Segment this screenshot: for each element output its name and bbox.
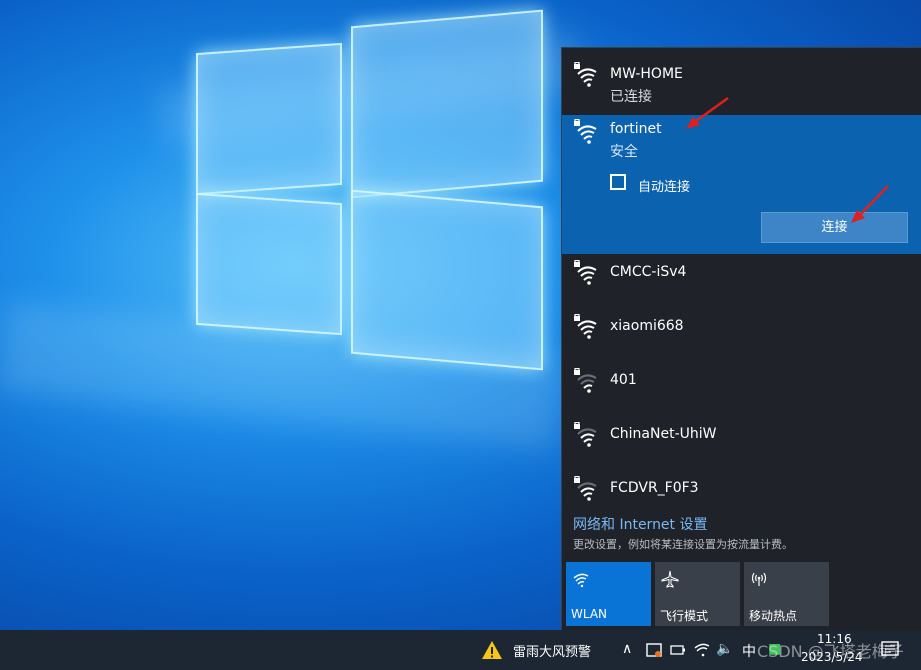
hotspot-icon (751, 572, 767, 586)
secured-wifi-weak-icon (574, 368, 597, 393)
chevron-up-icon[interactable]: ∧ (622, 641, 632, 657)
battery-icon[interactable] (670, 643, 686, 657)
wifi-icon (573, 573, 589, 588)
auto-connect-label: 自动连接 (638, 180, 691, 195)
airplane-mode-tile[interactable]: 飞行模式 (655, 562, 740, 626)
annotation-arrow-network (686, 96, 729, 129)
network-settings-description: 更改设置，例如将某连接设置为按流量计费。 (573, 538, 793, 551)
windows-logo-pane-tr (351, 9, 543, 199)
tile-label: WLAN (571, 607, 608, 621)
mobile-hotspot-tile[interactable]: 移动热点 (744, 562, 829, 626)
secured-wifi-icon (574, 62, 597, 87)
network-item-401[interactable]: 401 (562, 354, 921, 408)
network-flyout: MW-HOME 已连接 fortinet 安全 自动连接 连接 CMCC-iSv… (561, 47, 921, 631)
network-name: CMCC-iSv4 (610, 264, 687, 280)
network-item-fcdvr[interactable]: FCDVR_F0F3 (562, 462, 921, 516)
windows-logo-pane-bl (196, 192, 342, 336)
network-name: ChinaNet-UhiW (610, 426, 717, 442)
network-settings-link[interactable]: 网络和 Internet 设置 (573, 514, 708, 534)
secured-wifi-icon (574, 476, 597, 501)
network-item-mw-home[interactable]: MW-HOME 已连接 (562, 48, 921, 105)
auto-connect-checkbox[interactable] (610, 174, 626, 190)
input-method-indicator[interactable]: 中 (742, 641, 756, 661)
network-name: xiaomi668 (610, 318, 684, 334)
secured-wifi-icon (574, 422, 597, 447)
network-item-chinanet[interactable]: ChinaNet-UhiW (562, 408, 921, 462)
network-name: 401 (610, 372, 637, 388)
warning-icon[interactable] (481, 640, 503, 660)
wifi-icon[interactable] (693, 642, 711, 658)
tile-label: 移动热点 (749, 609, 798, 623)
taskbar: 雷雨大风预警 ∧ 🔈 中 ■ 11:16 2023/5/24 CSDN @飞塔老… (0, 630, 921, 670)
windows-logo-pane-br (351, 189, 543, 371)
network-name: fortinet (610, 121, 662, 137)
tile-label: 飞行模式 (660, 609, 709, 623)
security-tray-icon[interactable] (645, 641, 663, 659)
volume-icon[interactable]: 🔈 (716, 641, 733, 657)
network-name: FCDVR_F0F3 (610, 480, 699, 496)
annotation-arrow-connect (851, 185, 889, 223)
secured-wifi-icon (574, 119, 597, 144)
network-name: MW-HOME (610, 66, 683, 82)
airplane-icon (661, 570, 679, 588)
weather-alert-text[interactable]: 雷雨大风预警 (513, 641, 591, 660)
secured-wifi-icon (574, 260, 597, 285)
network-item-xiaomi668[interactable]: xiaomi668 (562, 300, 921, 354)
notification-icon[interactable] (880, 640, 900, 660)
wlan-toggle-tile[interactable]: WLAN (566, 562, 651, 626)
network-item-cmcc[interactable]: CMCC-iSv4 (562, 246, 921, 300)
network-security: 安全 (610, 144, 638, 160)
secured-wifi-icon (574, 314, 597, 339)
network-status: 已连接 (610, 89, 652, 105)
windows-logo-pane-tl (196, 42, 342, 196)
